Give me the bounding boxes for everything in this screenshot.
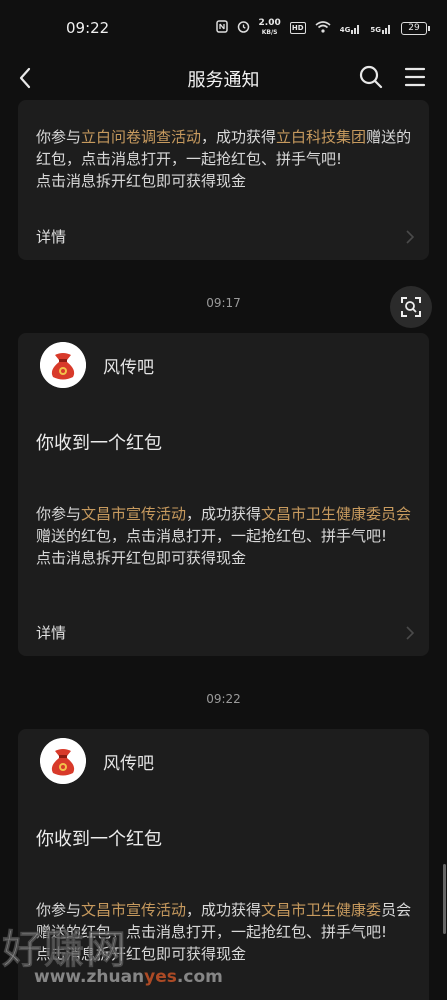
body-highlight: 立白科技集团: [276, 128, 367, 146]
nfc-icon: [215, 20, 228, 36]
details-label: 详情: [36, 624, 67, 642]
body-text: ，成功获得: [186, 901, 262, 919]
body-highlight: 立白问卷调查活动: [81, 128, 202, 146]
notification-card[interactable]: 风传吧 你收到一个红包 你参与文昌市宣传活动，成功获得文昌市卫生健康委员会赠送的…: [18, 333, 429, 656]
money-bag-icon: [40, 342, 86, 388]
notification-body: 你参与文昌市宣传活动，成功获得文昌市卫生健康委员会赠送的红包，点击消息打开，一起…: [36, 899, 412, 965]
body-highlight: 文昌市卫生健康委: [261, 901, 382, 919]
scrollbar-thumb[interactable]: [443, 864, 446, 934]
battery-icon: 29: [401, 21, 430, 35]
battery-level: 29: [408, 23, 420, 33]
chevron-left-icon: [19, 67, 31, 89]
back-button[interactable]: [14, 64, 38, 92]
body-text: ，成功获得: [201, 128, 277, 146]
details-label: 详情: [36, 228, 67, 246]
body-text: 你参与: [36, 505, 82, 523]
signal-5g-icon: 5G: [370, 23, 392, 34]
notification-card[interactable]: 风传吧 你收到一个红包 你参与文昌市宣传活动，成功获得文昌市卫生健康委员会赠送的…: [18, 729, 429, 1000]
body-cta-text: 点击消息拆开红包即可获得现金: [36, 945, 247, 963]
search-icon: [359, 65, 383, 89]
notification-body: 你参与立白问卷调查活动，成功获得立白科技集团赠送的红包，点击消息打开，一起抢红包…: [36, 126, 412, 192]
search-button[interactable]: [358, 64, 384, 90]
body-text: 你参与: [36, 901, 82, 919]
body-cta-text: 点击消息拆开红包即可获得现金: [36, 172, 247, 190]
chevron-right-icon: [406, 626, 415, 640]
body-highlight: 文昌市宣传活动: [81, 901, 187, 919]
body-text: 你参与: [36, 128, 82, 146]
hamburger-menu-icon: [404, 67, 426, 87]
message-timestamp: 09:17: [206, 296, 241, 310]
body-highlight: 文昌市宣传活动: [81, 505, 187, 523]
status-time: 09:22: [66, 19, 110, 37]
menu-button[interactable]: [404, 66, 426, 88]
message-timestamp: 09:22: [206, 692, 241, 706]
notification-title: 你收到一个红包: [36, 829, 162, 850]
notification-title: 你收到一个红包: [36, 433, 162, 454]
sender-name: 风传吧: [103, 358, 154, 378]
red-packet-avatar: [40, 342, 86, 388]
net1-label: 4G: [339, 25, 351, 34]
money-bag-icon: [40, 738, 86, 784]
net2-label: 5G: [370, 25, 381, 34]
red-packet-avatar: [40, 738, 86, 784]
network-speed: 2.00 KB/S: [259, 19, 281, 37]
body-text: ，成功获得: [186, 505, 262, 523]
status-icons: 2.00 KB/S HD 4G 5G 29: [215, 19, 430, 37]
body-highlight: 文昌市卫生健康委员会: [261, 505, 412, 523]
body-cta-text: 点击消息拆开红包即可获得现金: [36, 549, 247, 567]
signal-4g-icon: 4G: [340, 23, 362, 34]
title-bar: 服务通知: [0, 56, 447, 100]
speed-value: 2.00: [258, 18, 281, 28]
details-link[interactable]: 详情: [18, 217, 429, 257]
chevron-right-icon: [406, 230, 415, 244]
alarm-icon: [237, 20, 250, 36]
details-link[interactable]: 详情: [18, 613, 429, 653]
status-bar: 09:22 2.00 KB/S HD 4G 5G 29: [0, 0, 447, 56]
notification-body: 你参与文昌市宣传活动，成功获得文昌市卫生健康委员会赠送的红包，点击消息打开，一起…: [36, 503, 412, 569]
hd-icon: HD: [289, 22, 306, 34]
notification-card[interactable]: 你参与立白问卷调查活动，成功获得立白科技集团赠送的红包，点击消息打开，一起抢红包…: [18, 100, 429, 260]
body-text: 赠送的红包，点击消息打开，一起抢红包、拼手气吧!: [36, 527, 388, 545]
sender-name: 风传吧: [103, 754, 154, 774]
wifi-icon: [315, 20, 331, 36]
speed-unit: KB/S: [261, 29, 278, 36]
